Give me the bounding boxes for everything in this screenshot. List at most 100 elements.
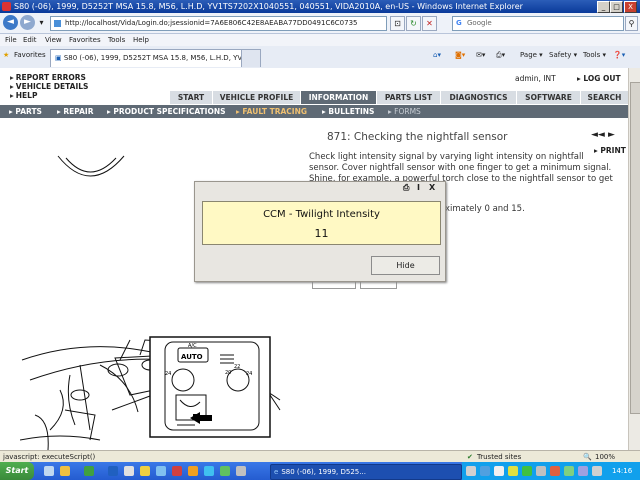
instruction-text-tail: oximately 0 and 15. <box>440 204 525 214</box>
quicklaunch-icon-2[interactable] <box>60 466 70 476</box>
parameter-dialog: ⎙ I X CCM - Twilight Intensity 11 Hide <box>194 181 446 282</box>
page-nav-arrows[interactable]: ◄◄ ► <box>591 130 615 140</box>
tray-icon-3[interactable] <box>494 466 504 476</box>
help-icon[interactable]: ❓▾ <box>613 51 625 59</box>
compat-view-icon[interactable]: ⊡ <box>390 16 405 31</box>
tab-start[interactable]: START <box>170 91 213 104</box>
tab-software[interactable]: SOFTWARE <box>517 91 581 104</box>
star-icon[interactable]: ★ <box>3 51 9 59</box>
favorites-button[interactable]: Favorites <box>14 51 46 59</box>
feeds-icon[interactable]: ◙▾ <box>455 51 465 59</box>
home-icon[interactable]: ⌂▾ <box>433 51 441 59</box>
tray-icon-8[interactable] <box>564 466 574 476</box>
tray-icon-2[interactable] <box>480 466 490 476</box>
print-icon[interactable]: ⎙ <box>403 183 409 193</box>
printer-icon[interactable]: ⎙▾ <box>496 51 505 60</box>
quicklaunch-icon-3[interactable] <box>84 466 94 476</box>
search-icon[interactable]: ⚲ <box>625 16 638 31</box>
vertical-scrollbar[interactable] <box>628 68 640 450</box>
volume-icon[interactable] <box>592 466 602 476</box>
menu-tools[interactable]: Tools <box>108 34 125 46</box>
tray-icon-9[interactable] <box>578 466 588 476</box>
quicklaunch-icon-7[interactable] <box>156 466 166 476</box>
tray-icon-4[interactable] <box>508 466 518 476</box>
tray-icon-5[interactable] <box>522 466 532 476</box>
clock: 14:16 <box>612 467 633 475</box>
tab-search[interactable]: SEARCH <box>581 91 628 104</box>
browser-tab[interactable]: ▣ S80 (-06), 1999, D5252T MSA 15.8, M56,… <box>50 49 242 67</box>
page-menu[interactable]: Page ▾ <box>520 51 543 59</box>
close-window-button[interactable]: X <box>624 1 637 13</box>
right-dial-label-20: 20 <box>225 370 231 376</box>
subnav-bulletins[interactable]: ▸ BULLETINS <box>322 105 374 118</box>
menu-bar: File Edit View Favorites Tools Help <box>0 34 640 46</box>
vehicle-details-link[interactable]: ▸ VEHICLE DETAILS <box>10 82 88 91</box>
quicklaunch-icon-6[interactable] <box>140 466 150 476</box>
refresh-icon[interactable]: ↻ <box>406 16 421 31</box>
menu-edit[interactable]: Edit <box>23 34 37 46</box>
quicklaunch-icon-11[interactable] <box>220 466 230 476</box>
window-title: S80 (-06), 1999, D5252T MSA 15.8, M56, L… <box>14 2 523 11</box>
quicklaunch-icon-5[interactable] <box>124 466 134 476</box>
quicklaunch-icon-8[interactable] <box>172 466 182 476</box>
subnav-repair[interactable]: ▸ REPAIR <box>57 105 93 118</box>
address-input[interactable]: http://localhost/Vida/Login.do;jsessioni… <box>50 16 387 31</box>
taskbar-task-ie[interactable]: e S80 (-06), 1999, D525... <box>270 464 462 480</box>
tab-information[interactable]: INFORMATION <box>301 91 377 104</box>
subnav-forms[interactable]: ▸ FORMS <box>388 105 421 118</box>
tab-vehicle-profile[interactable]: VEHICLE PROFILE <box>213 91 301 104</box>
logout-button[interactable]: ▸ LOG OUT <box>577 74 621 83</box>
safety-menu[interactable]: Safety ▾ <box>549 51 577 59</box>
tray-icon-1[interactable] <box>466 466 476 476</box>
dialog-titlebar: ⎙ I X <box>195 182 445 194</box>
maximize-button[interactable]: □ <box>610 1 623 13</box>
tray-icon-6[interactable] <box>536 466 546 476</box>
subnav-parts[interactable]: ▸ PARTS <box>9 105 42 118</box>
start-button[interactable]: Start <box>0 462 34 480</box>
menu-help[interactable]: Help <box>133 34 149 46</box>
ie-icon <box>2 2 11 11</box>
hide-button[interactable]: Hide <box>371 256 440 275</box>
right-dial-label-24: 24 <box>246 371 252 377</box>
tools-menu[interactable]: Tools ▾ <box>583 51 606 59</box>
tray-icon-7[interactable] <box>550 466 560 476</box>
sub-navigation: ▸ PARTS ▸ REPAIR ▸ PRODUCT SPECIFICATION… <box>0 105 628 118</box>
tab-page-icon: ▣ <box>55 54 62 62</box>
top-links: ▸ REPORT ERRORS ▸ VEHICLE DETAILS ▸ HELP <box>10 73 88 100</box>
menu-view[interactable]: View <box>45 34 62 46</box>
mail-icon[interactable]: ✉▾ <box>476 51 485 59</box>
help-link[interactable]: ▸ HELP <box>10 91 88 100</box>
tab-parts-list[interactable]: PARTS LIST <box>377 91 441 104</box>
forward-icon[interactable]: ► <box>20 15 35 30</box>
left-dial-label-24: 24 <box>165 371 171 377</box>
close-icon[interactable]: X <box>429 183 435 192</box>
stop-icon[interactable]: ✕ <box>422 16 437 31</box>
quicklaunch-icon-9[interactable] <box>188 466 198 476</box>
reading-title: CCM - Twilight Intensity <box>263 209 380 220</box>
search-input[interactable]: G Google <box>452 16 624 31</box>
ac-label: A/C <box>188 343 197 349</box>
favorites-bar: ★ Favorites ▣ S80 (-06), 1999, D5252T MS… <box>0 46 640 69</box>
quicklaunch-icon-1[interactable] <box>44 466 54 476</box>
history-dropdown-icon[interactable]: ▾ <box>37 16 46 29</box>
page-title: 871: Checking the nightfall sensor <box>327 131 508 143</box>
user-name: admin, INT <box>515 74 556 83</box>
menu-favorites[interactable]: Favorites <box>69 34 101 46</box>
subnav-product-specifications[interactable]: ▸ PRODUCT SPECIFICATIONS <box>107 105 226 118</box>
quicklaunch-icon-4[interactable] <box>108 466 118 476</box>
reading-panel: CCM - Twilight Intensity 11 <box>202 201 441 245</box>
new-tab-button[interactable] <box>241 49 261 67</box>
subnav-fault-tracing[interactable]: ▸ FAULT TRACING <box>236 105 307 118</box>
quicklaunch-icon-12[interactable] <box>236 466 246 476</box>
taskbar: Start e S80 (-06), 1999, D525... 14:16 <box>0 462 640 480</box>
report-errors-link[interactable]: ▸ REPORT ERRORS <box>10 73 88 82</box>
climate-panel-inset <box>150 337 270 437</box>
minimize-button[interactable]: _ <box>597 1 610 13</box>
menu-file[interactable]: File <box>5 34 17 46</box>
tab-diagnostics[interactable]: DIAGNOSTICS <box>441 91 517 104</box>
quicklaunch-icon-10[interactable] <box>204 466 214 476</box>
back-icon[interactable]: ◄ <box>3 15 18 30</box>
info-icon[interactable]: I <box>417 183 420 192</box>
sensor-outline <box>58 156 124 176</box>
google-icon: G <box>456 19 462 27</box>
